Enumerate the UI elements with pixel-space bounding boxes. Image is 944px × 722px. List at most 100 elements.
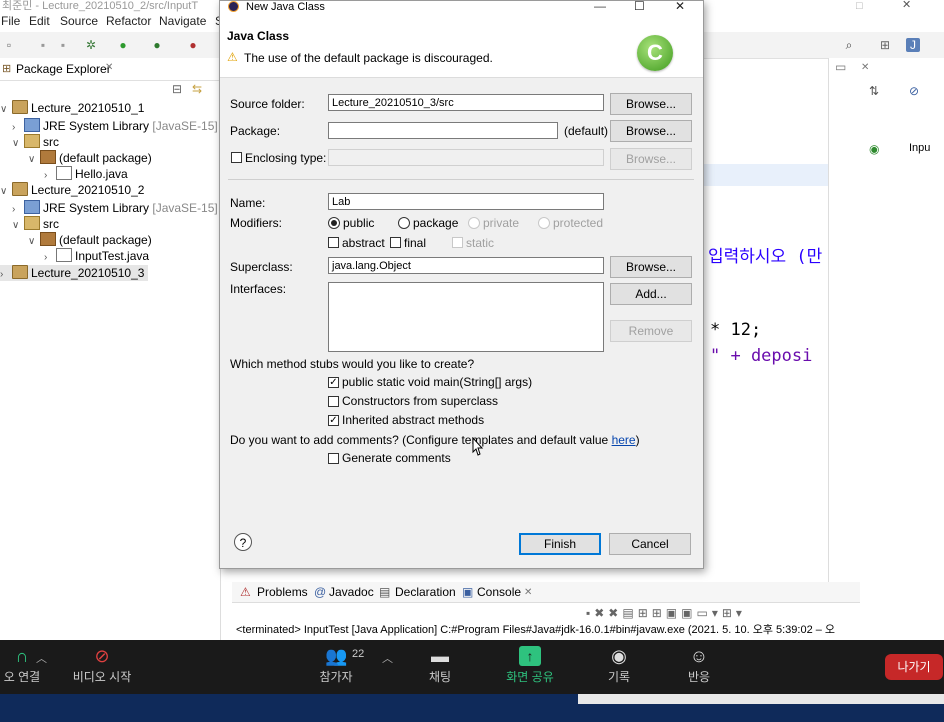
- search-icon[interactable]: ⌕: [842, 38, 856, 52]
- external-tools-icon[interactable]: ●: [186, 38, 200, 52]
- save-all-icon[interactable]: ▪: [56, 38, 70, 52]
- tab-javadoc[interactable]: Javadoc: [329, 585, 374, 599]
- new-icon[interactable]: ▫: [2, 38, 16, 52]
- private-radio: [468, 217, 480, 229]
- add-interface-button[interactable]: Add...: [610, 283, 692, 305]
- start-video-button[interactable]: ⊘ 비디오 시작: [66, 640, 138, 694]
- tree-item-pkg-1[interactable]: ∨ (default package): [28, 150, 152, 166]
- leave-meeting-button[interactable]: 나가기: [885, 654, 943, 680]
- interfaces-list[interactable]: [328, 282, 604, 352]
- class-icon: ◉: [869, 142, 880, 156]
- tree-item-hello[interactable]: › Hello.java: [44, 166, 128, 182]
- link-editor-icon[interactable]: ⇆: [192, 82, 202, 96]
- maximize-icon[interactable]: □: [856, 0, 863, 12]
- close-view-icon[interactable]: ✕: [105, 62, 113, 73]
- package-input[interactable]: [328, 122, 558, 139]
- package-label: Package:: [230, 124, 281, 138]
- public-radio[interactable]: [328, 217, 340, 229]
- enclosing-type-checkbox[interactable]: [231, 152, 242, 163]
- tree-item-project-3[interactable]: › Lecture_20210510_3: [0, 265, 149, 283]
- expanded-icon[interactable]: ∨: [12, 218, 24, 234]
- chat-label: 채팅: [428, 670, 452, 684]
- tab-console[interactable]: Console: [477, 585, 521, 599]
- expanded-icon[interactable]: ∨: [12, 136, 24, 152]
- expanded-icon[interactable]: ∨: [28, 152, 40, 168]
- collapse-all-icon[interactable]: ⊟: [172, 82, 182, 96]
- expanded-icon[interactable]: ∨: [0, 184, 12, 200]
- tree-label: JRE System Library: [43, 201, 150, 215]
- console-toolbar[interactable]: ▪✖✖▤⊞⊞▣▣▭▾⊞▾: [586, 606, 746, 620]
- tree-item-src-2[interactable]: ∨ src: [12, 216, 59, 232]
- chevron-up-icon[interactable]: ︿: [36, 650, 47, 666]
- chevron-up-icon[interactable]: ︿: [382, 650, 393, 666]
- enclosing-type-input: [328, 149, 604, 166]
- browse-source-folder-button[interactable]: Browse...: [610, 93, 692, 115]
- outline-item-label[interactable]: Inpu: [909, 142, 930, 154]
- package-explorer-tab[interactable]: ⊞ Package Explorer ✕ ⊟ ⇆: [0, 58, 220, 96]
- tree-item-jre-1[interactable]: › JRE System Library [JavaSE-15]: [12, 118, 218, 134]
- tree-item-inputtest[interactable]: › InputTest.java: [44, 248, 149, 264]
- browse-package-button[interactable]: Browse...: [610, 120, 692, 142]
- final-checkbox[interactable]: [390, 237, 401, 248]
- browse-superclass-button[interactable]: Browse...: [610, 256, 692, 278]
- finish-button[interactable]: Finish: [519, 533, 601, 555]
- tab-declaration[interactable]: Declaration: [395, 585, 456, 599]
- warning-message: The use of the default package is discou…: [244, 51, 493, 65]
- close-icon[interactable]: ✕: [902, 0, 911, 11]
- close-view-icon[interactable]: ✕: [524, 587, 532, 598]
- constructors-checkbox[interactable]: [328, 396, 339, 407]
- inherited-methods-checkbox[interactable]: ✓: [328, 415, 339, 426]
- run-icon[interactable]: ●: [116, 38, 130, 52]
- tree-label: src: [43, 135, 59, 149]
- configure-templates-link[interactable]: here: [612, 433, 636, 447]
- tab-problems[interactable]: Problems: [257, 585, 308, 599]
- hide-fields-icon[interactable]: ⊘: [909, 84, 919, 98]
- cancel-button[interactable]: Cancel: [609, 533, 691, 555]
- tree-label: Lecture_20210510_2: [31, 183, 145, 197]
- console-icon: ▣: [462, 585, 474, 599]
- reactions-button[interactable]: ☺ 반응: [676, 640, 722, 694]
- collapsed-icon[interactable]: ›: [44, 250, 56, 266]
- tree-label: (default package): [59, 233, 152, 247]
- close-icon[interactable]: ✕: [675, 0, 685, 13]
- class-name-input[interactable]: Lab: [328, 193, 604, 210]
- tree-item-project-1[interactable]: ∨ Lecture_20210510_1: [0, 100, 144, 116]
- method-stubs-question: Which method stubs would you like to cre…: [230, 357, 475, 371]
- menu-navigate[interactable]: Navigate: [159, 14, 206, 28]
- expanded-icon[interactable]: ∨: [0, 102, 12, 118]
- eclipse-window-title: 최준민 - Lecture_20210510_2/src/InputT: [2, 0, 199, 12]
- package-radio[interactable]: [398, 217, 410, 229]
- record-button[interactable]: ◉ 기록: [596, 640, 642, 694]
- editor-area[interactable]: 입력하시오 (만 * 12; " + deposi: [700, 80, 828, 580]
- expanded-icon[interactable]: ∨: [28, 234, 40, 250]
- save-icon[interactable]: ▪: [36, 38, 50, 52]
- help-icon[interactable]: ?: [234, 533, 252, 551]
- chat-button[interactable]: ▬ 채팅: [420, 640, 460, 694]
- maximize-icon[interactable]: ☐: [634, 0, 645, 13]
- superclass-input[interactable]: java.lang.Object: [328, 257, 604, 274]
- source-folder-input[interactable]: Lecture_20210510_3/src: [328, 94, 604, 111]
- menu-refactor[interactable]: Refactor: [106, 14, 151, 28]
- abstract-checkbox[interactable]: [328, 237, 339, 248]
- tree-item-project-2[interactable]: ∨ Lecture_20210510_2: [0, 182, 144, 198]
- minimize-icon[interactable]: ▭: [835, 60, 846, 74]
- menu-file[interactable]: File: [1, 14, 20, 28]
- open-perspective-icon[interactable]: ⊞: [878, 38, 892, 52]
- java-perspective-icon[interactable]: J: [906, 38, 920, 52]
- debug-icon[interactable]: ✲: [84, 38, 98, 52]
- generate-comments-checkbox[interactable]: [328, 453, 339, 464]
- sort-icon[interactable]: ⇅: [869, 84, 879, 98]
- dialog-title: New Java Class: [246, 1, 325, 13]
- tree-item-jre-2[interactable]: › JRE System Library [JavaSE-15]: [12, 200, 218, 216]
- menu-source[interactable]: Source: [60, 14, 98, 28]
- main-method-checkbox[interactable]: ✓: [328, 377, 339, 388]
- tree-item-pkg-2[interactable]: ∨ (default package): [28, 232, 152, 248]
- menu-edit[interactable]: Edit: [29, 14, 50, 28]
- collapsed-icon[interactable]: ›: [0, 267, 12, 283]
- close-view-icon[interactable]: ✕: [861, 62, 869, 73]
- share-screen-button[interactable]: ↑ 화면 공유: [498, 640, 562, 694]
- coverage-icon[interactable]: ●: [150, 38, 164, 52]
- minimize-icon[interactable]: —: [594, 0, 606, 13]
- tree-item-src-1[interactable]: ∨ src: [12, 134, 59, 150]
- join-audio-button[interactable]: ∩ 오 연결: [0, 640, 44, 694]
